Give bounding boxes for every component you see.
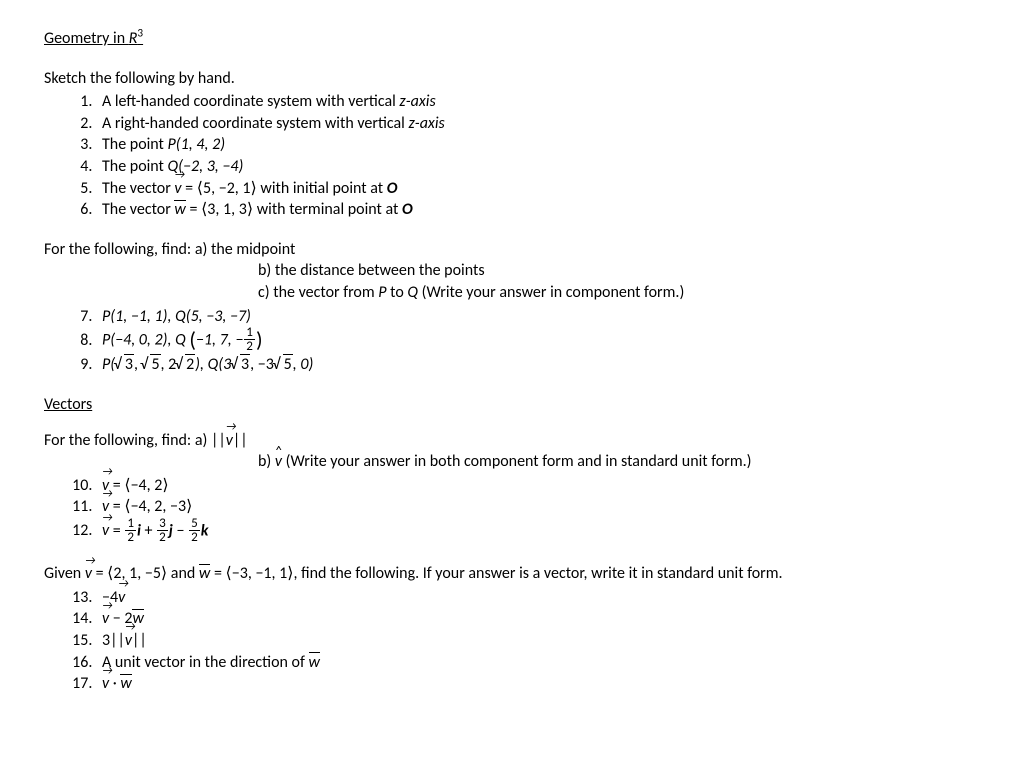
list-item: The point P(1, 4, 2) <box>96 134 980 156</box>
section-heading-vectors: Vectors <box>44 394 980 416</box>
instruction-given: Given v = ⟨2, 1, −5⟩ and w = ⟨−3, −1, 1⟩… <box>44 563 980 585</box>
sqrt-icon: 3 <box>231 354 250 376</box>
vector-v: v <box>174 178 181 200</box>
list-item: The vector v = ⟨5, −2, 1⟩ with initial p… <box>96 178 980 200</box>
problem-list-4: −4v v − 2w 3||v|| A unit vector in the d… <box>44 587 980 695</box>
page-title: Geometry in R3 <box>44 28 980 50</box>
vector-v: v <box>102 608 109 630</box>
origin-o: O <box>402 200 413 219</box>
subitem-b: b) the distance between the points <box>258 260 980 282</box>
list-item: v · w <box>96 673 980 695</box>
list-item: The vector w = ⟨3, 1, 3⟩ with terminal p… <box>96 199 980 221</box>
list-item: v = ⟨−4, 2⟩ <box>96 475 980 497</box>
fraction: 32 <box>157 517 168 544</box>
title-text: Geometry in <box>44 29 129 48</box>
sqrt-icon: 5 <box>142 354 161 376</box>
sqrt-icon: 5 <box>274 354 293 376</box>
list-item: A right-handed coordinate system with ve… <box>96 113 980 135</box>
z-axis-var: z-axis <box>399 92 435 111</box>
origin-o: O <box>387 179 398 198</box>
instruction-find-2: For the following, find: a) ||v|| <box>44 430 980 452</box>
vector-v: v <box>102 520 109 542</box>
vector-w: w <box>174 199 185 221</box>
list-item: P(−4, 0, 2), Q (−1, 7, −12) <box>96 327 980 354</box>
list-item: A left-handed coordinate system with ver… <box>96 91 980 113</box>
point-p: P(1, 4, 2) <box>168 135 226 154</box>
list-item: P(1, −1, 1), Q(5, −3, −7) <box>96 306 980 328</box>
vector-v: v <box>102 673 109 695</box>
problem-list-3: v = ⟨−4, 2⟩ v = ⟨−4, 2, −3⟩ v = 12i + 32… <box>44 475 980 545</box>
sqrt-icon: 3 <box>115 354 134 376</box>
title-superscript: 3 <box>137 27 143 41</box>
list-item: P(3, 5, 22), Q(33, −35, 0) <box>96 354 980 376</box>
z-axis-var: z-axis <box>408 114 444 133</box>
list-item: v − 2w <box>96 608 980 630</box>
fraction-half: 12 <box>244 326 255 353</box>
list-item: The point Q(−2, 3, −4) <box>96 156 980 178</box>
subitem-b2: b) v (Write your answer in both componen… <box>258 451 980 473</box>
unit-vector-v: v <box>275 451 282 473</box>
problem-list-2: P(1, −1, 1), Q(5, −3, −7) P(−4, 0, 2), Q… <box>44 306 980 376</box>
list-item: −4v <box>96 587 980 609</box>
list-item: v = 12i + 32j − 52k <box>96 518 980 545</box>
vector-v: v <box>85 563 92 585</box>
unit-k: k <box>201 521 209 540</box>
vector-w: w <box>309 652 320 674</box>
fraction: 12 <box>125 517 136 544</box>
list-item: 3||v|| <box>96 630 980 652</box>
fraction: 52 <box>189 517 200 544</box>
problem-list-1: A left-handed coordinate system with ver… <box>44 91 980 221</box>
instruction-find-1: For the following, find: a) the midpoint <box>44 239 980 261</box>
vector-v: v <box>226 430 233 452</box>
list-item: v = ⟨−4, 2, −3⟩ <box>96 496 980 518</box>
vector-v: v <box>118 587 125 609</box>
vector-w: w <box>120 673 131 695</box>
list-item: A unit vector in the direction of w <box>96 652 980 674</box>
sqrt-icon: 2 <box>176 354 195 376</box>
vector-v: v <box>125 630 132 652</box>
instruction-sketch: Sketch the following by hand. <box>44 68 980 90</box>
subitem-c: c) the vector from P to Q (Write your an… <box>258 282 980 304</box>
vector-w: w <box>199 563 210 585</box>
